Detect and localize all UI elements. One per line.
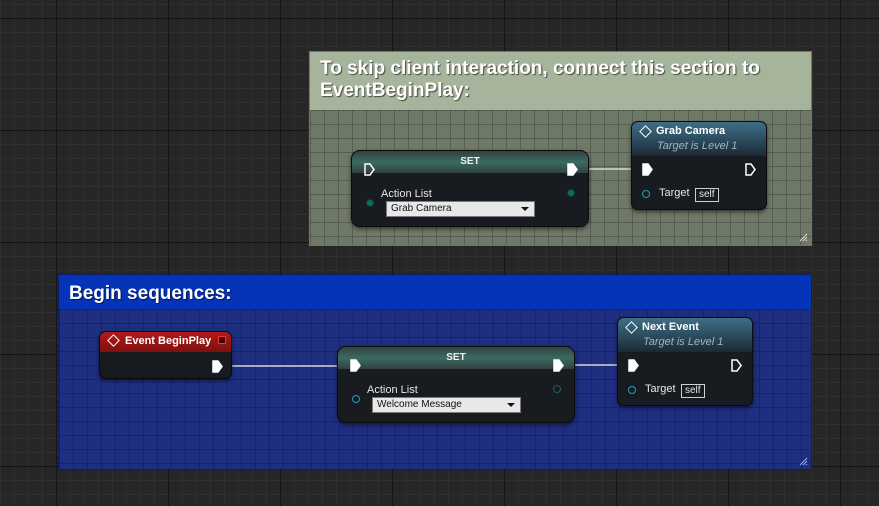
function-icon <box>625 321 638 334</box>
node-header: Grab Camera Target is Level 1 <box>632 122 766 156</box>
set-node-bottom[interactable]: SET Action List Welcome Message <box>337 346 575 423</box>
action-list-dropdown[interactable]: Grab Camera <box>386 201 535 217</box>
next-event-node[interactable]: Next Event Target is Level 1 Target self <box>617 317 753 406</box>
exec-in-pin-icon[interactable] <box>642 163 653 176</box>
node-title: Grab Camera <box>656 125 726 137</box>
node-subtitle: Target is Level 1 <box>643 336 724 348</box>
exec-in-pin-icon[interactable] <box>350 359 361 372</box>
event-icon <box>107 334 120 347</box>
chevron-down-icon <box>521 207 529 211</box>
exec-out-pin-icon[interactable] <box>553 359 564 372</box>
node-title: Next Event <box>642 321 699 333</box>
exec-out-pin-icon[interactable] <box>745 163 756 176</box>
exec-out-pin-icon[interactable] <box>731 359 742 372</box>
chevron-down-icon <box>507 403 515 407</box>
target-label: Target <box>659 187 690 199</box>
node-title: Event BeginPlay <box>125 335 212 347</box>
node-title: SET <box>352 151 588 173</box>
target-label: Target <box>645 383 676 395</box>
action-list-label: Action List <box>367 384 418 396</box>
exec-in-pin-icon[interactable] <box>364 163 375 176</box>
node-header: Next Event Target is Level 1 <box>618 318 752 352</box>
exec-in-pin-icon[interactable] <box>628 359 639 372</box>
action-list-dropdown[interactable]: Welcome Message <box>372 397 521 413</box>
node-subtitle: Target is Level 1 <box>657 140 738 152</box>
dropdown-value: Welcome Message <box>377 399 462 410</box>
action-list-out-pin-icon[interactable] <box>567 189 575 197</box>
node-header: Event BeginPlay <box>100 332 231 352</box>
target-pin-icon[interactable] <box>642 190 650 198</box>
event-beginplay-node[interactable]: Event BeginPlay <box>99 331 232 379</box>
stop-square-icon <box>218 336 226 344</box>
action-list-out-pin-icon[interactable] <box>553 385 561 393</box>
action-list-in-pin-icon[interactable] <box>366 199 374 207</box>
action-list-in-pin-icon[interactable] <box>352 395 360 403</box>
target-pin-icon[interactable] <box>628 386 636 394</box>
exec-out-pin-icon[interactable] <box>567 163 578 176</box>
grab-camera-node[interactable]: Grab Camera Target is Level 1 Target sel… <box>631 121 767 210</box>
target-self-value[interactable]: self <box>695 188 719 202</box>
set-node-top[interactable]: SET Action List Grab Camera <box>351 150 589 227</box>
function-icon <box>639 125 652 138</box>
node-title: SET <box>338 347 574 369</box>
action-list-label: Action List <box>381 188 432 200</box>
dropdown-value: Grab Camera <box>391 203 452 214</box>
exec-out-pin-icon[interactable] <box>212 360 223 373</box>
wires-layer <box>221 168 642 367</box>
target-self-value[interactable]: self <box>681 384 705 398</box>
